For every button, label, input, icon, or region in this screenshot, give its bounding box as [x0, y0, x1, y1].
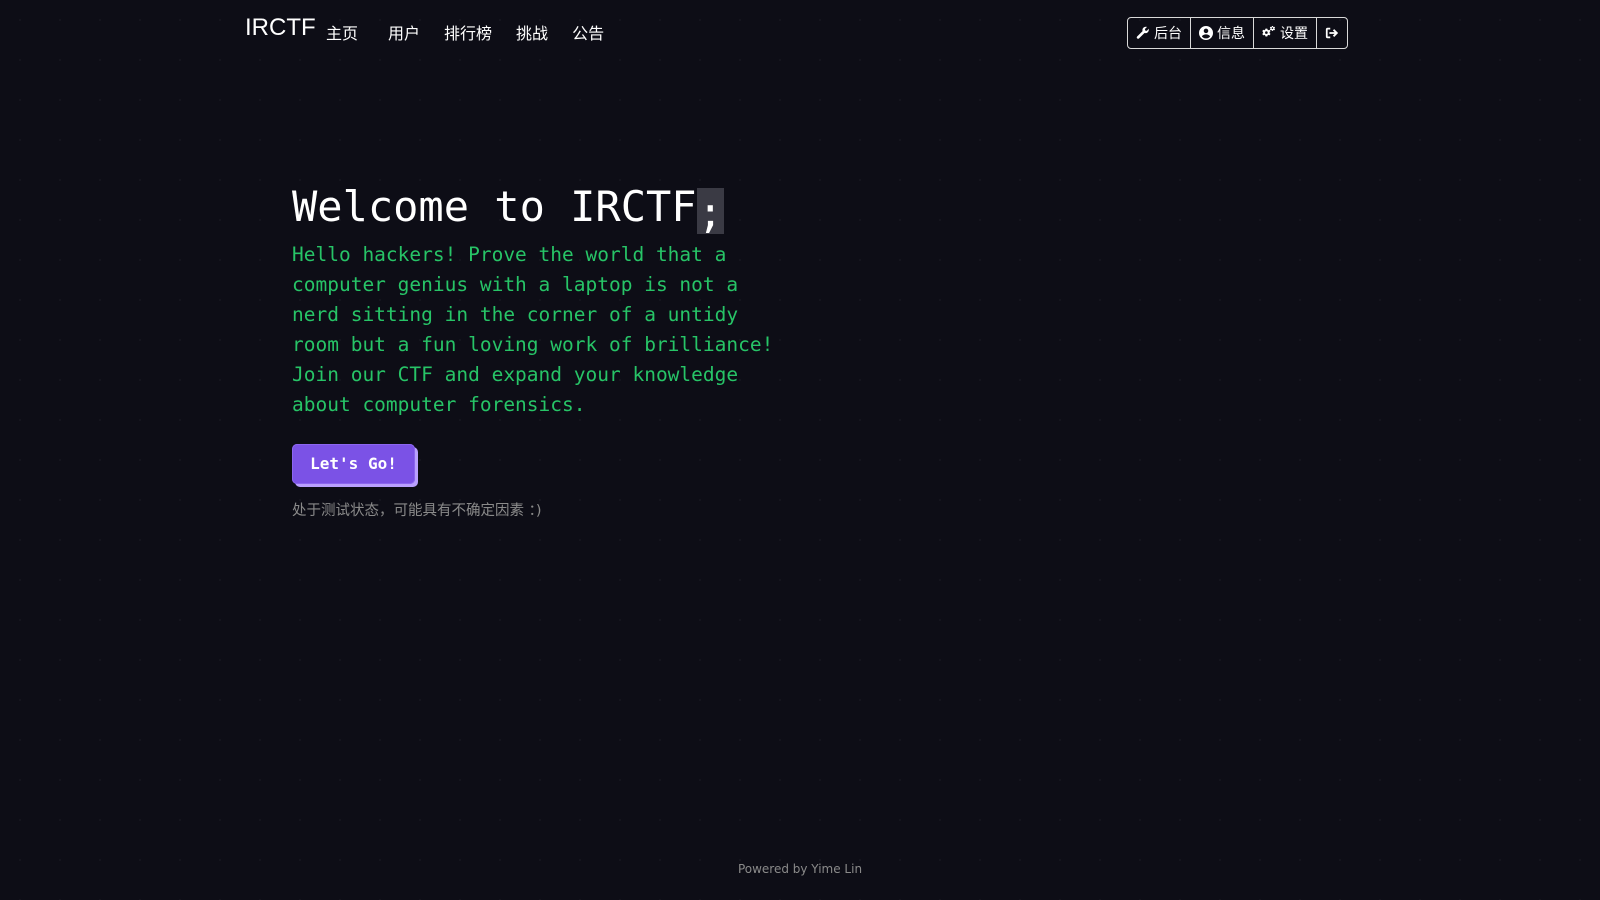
- sign-out-icon: [1325, 27, 1339, 39]
- nav-links: 主页 用户 排行榜 挑战 公告: [326, 20, 628, 44]
- hero-title-text: Welcome to IRCTF: [292, 182, 697, 231]
- wrench-icon: [1136, 26, 1149, 39]
- user-circle-icon: [1199, 26, 1213, 40]
- nav-link-users[interactable]: 用户: [388, 20, 420, 44]
- cogs-icon: [1262, 26, 1276, 37]
- lets-go-button[interactable]: Let's Go!: [292, 444, 415, 484]
- footer-credit: Powered by Yime Lin: [737, 862, 863, 876]
- typing-cursor: ;: [696, 188, 724, 237]
- brand-logo[interactable]: IRCTF: [245, 14, 316, 42]
- logout-button[interactable]: [1317, 18, 1347, 48]
- test-status-notice: 处于测试状态，可能具有不确定因素 ：): [292, 503, 542, 519]
- nav-link-challenges[interactable]: 挑战: [516, 20, 548, 44]
- admin-button[interactable]: 后台: [1128, 18, 1191, 48]
- nav-link-notices[interactable]: 公告: [572, 20, 604, 44]
- settings-button[interactable]: 设置: [1254, 18, 1317, 48]
- nav-link-home[interactable]: 主页: [326, 20, 358, 44]
- hero-title: Welcome to IRCTF;: [292, 182, 724, 237]
- settings-label: 设置: [1280, 26, 1308, 42]
- top-navbar: IRCTF 主页 用户 排行榜 挑战 公告 后台 信息 设置: [0, 0, 1600, 64]
- nav-link-scoreboard[interactable]: 排行榜: [444, 20, 492, 44]
- profile-button[interactable]: 信息: [1191, 18, 1254, 48]
- user-action-group: 后台 信息 设置: [1127, 17, 1348, 49]
- profile-label: 信息: [1217, 26, 1245, 42]
- admin-label: 后台: [1154, 26, 1182, 42]
- hero-description: Hello hackers! Prove the world that a co…: [292, 243, 774, 416]
